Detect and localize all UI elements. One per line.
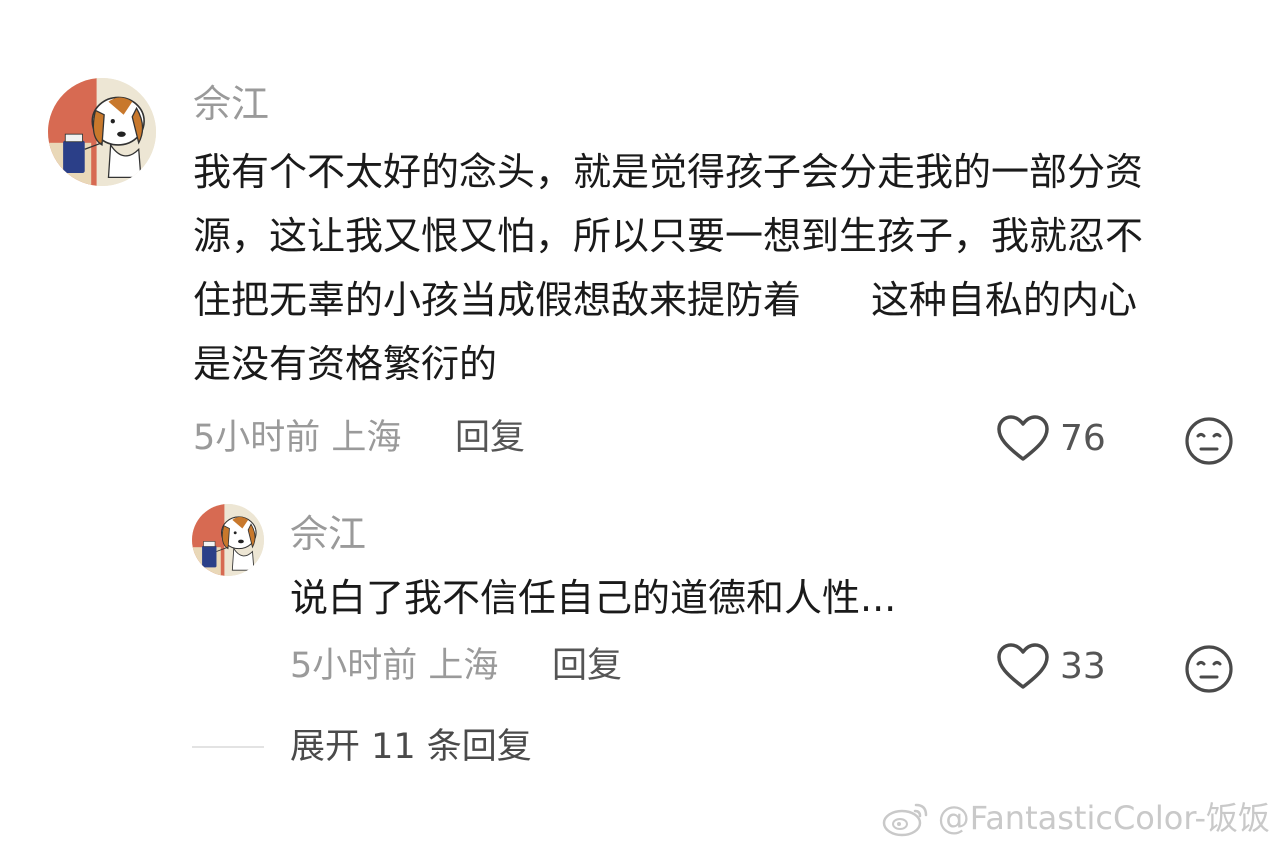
like-button[interactable]: 76 — [996, 414, 1106, 464]
reply-reply-button[interactable]: 回复 — [552, 644, 622, 688]
reply-username[interactable]: 佘江 — [290, 512, 366, 556]
meh-face-icon — [1185, 417, 1233, 465]
reply-time: 5小时前 — [290, 646, 418, 686]
reply-like-count: 33 — [1060, 646, 1106, 687]
reply-text: 说白了我不信任自己的道德和人性... — [290, 566, 1230, 630]
comment-meta: 5小时前 上海 — [193, 416, 401, 460]
dog-avatar-icon — [48, 78, 156, 186]
comment-text: 我有个不太好的念头，就是觉得孩子会分走我的一部分资 源，这让我又恨又怕，所以只要… — [193, 140, 1253, 396]
comment-text-segment: 这种自私的内心 — [871, 278, 1138, 322]
weibo-logo-icon — [882, 803, 927, 837]
reply-meta: 5小时前 上海 — [290, 644, 498, 688]
comment-text-segment: 住把无辜的小孩当成假想敌来提防着 — [193, 278, 802, 322]
reply-button[interactable]: 回复 — [455, 416, 525, 460]
reply-text-line: 说白了我不信任自己的道德和人性... — [290, 576, 897, 620]
watermark: @FantasticColor-饭饭 — [882, 798, 1270, 838]
meh-face-icon — [1185, 645, 1233, 693]
comment-text-line: 是没有资格繁衍的 — [193, 342, 498, 386]
dislike-button[interactable] — [1184, 416, 1234, 466]
expand-divider — [192, 746, 264, 748]
watermark-text: @FantasticColor-饭饭 — [937, 799, 1270, 837]
reply-location: 上海 — [428, 646, 499, 686]
reply-dislike-button[interactable] — [1184, 644, 1234, 694]
comment-time: 5小时前 — [193, 418, 321, 458]
avatar[interactable] — [48, 78, 156, 186]
heart-outline-icon — [997, 643, 1049, 689]
reply-like-button[interactable]: 33 — [996, 642, 1106, 692]
comment-text-line: 源，这让我又恨又怕，所以只要一想到生孩子，我就忍不 — [193, 214, 1144, 258]
reply-avatar[interactable] — [192, 504, 264, 576]
comment-text-line: 我有个不太好的念头，就是觉得孩子会分走我的一部分资 — [193, 150, 1144, 194]
dog-avatar-icon — [192, 504, 264, 576]
expand-replies-button[interactable]: 展开 11 条回复 — [290, 725, 532, 769]
comment-text-line: 住把无辜的小孩当成假想敌来提防着 这种自私的内心 — [193, 268, 1253, 332]
comment-username[interactable]: 佘江 — [193, 82, 269, 126]
heart-outline-icon — [997, 415, 1049, 461]
like-count: 76 — [1060, 418, 1106, 459]
comment-location: 上海 — [331, 418, 402, 458]
